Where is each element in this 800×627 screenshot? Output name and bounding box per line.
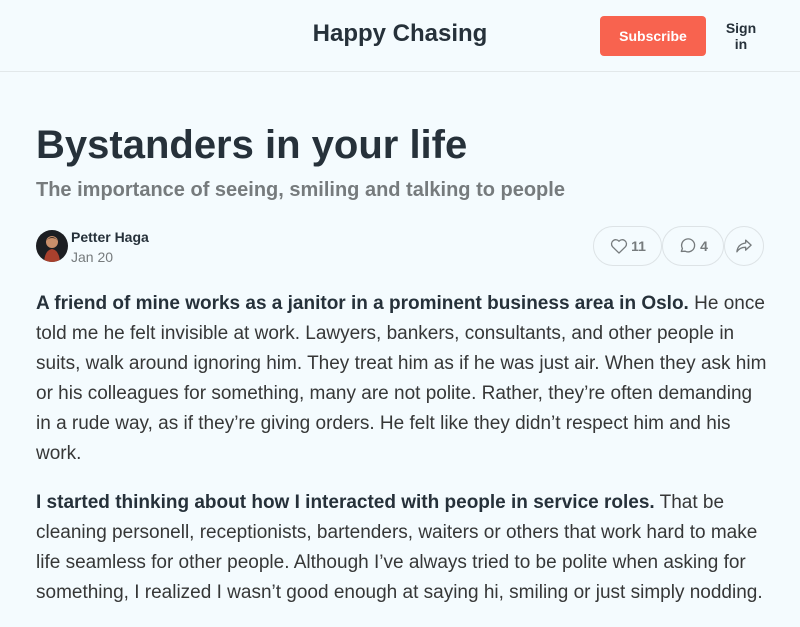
share-button[interactable] xyxy=(724,226,764,266)
paragraph-lead: I started thinking about how I interacte… xyxy=(36,492,655,513)
like-count: 11 xyxy=(631,238,646,254)
author-avatar[interactable] xyxy=(36,230,68,262)
paragraph: I started thinking about how I interacte… xyxy=(36,488,768,608)
post-body: A friend of mine works as a janitor in a… xyxy=(36,289,768,627)
sign-in-button[interactable]: Sign in xyxy=(712,16,770,56)
like-button[interactable]: 11 xyxy=(593,226,662,266)
paragraph-text: He once told me he felt invisible at wor… xyxy=(36,293,767,464)
heart-icon xyxy=(609,236,629,256)
paragraph: A friend of mine works as a janitor in a… xyxy=(36,289,768,469)
site-header: Happy Chasing Subscribe Sign in xyxy=(0,0,800,72)
site-title[interactable]: Happy Chasing xyxy=(250,20,550,48)
comment-bubble-icon xyxy=(678,236,698,256)
share-arrow-icon xyxy=(734,236,754,256)
post-date: Jan 20 xyxy=(71,249,114,265)
comment-count: 4 xyxy=(700,238,708,254)
subscribe-button[interactable]: Subscribe xyxy=(600,16,706,56)
post-subtitle: The importance of seeing, smiling and ta… xyxy=(36,179,565,201)
comment-button[interactable]: 4 xyxy=(662,226,724,266)
paragraph-lead: A friend of mine works as a janitor in a… xyxy=(36,293,689,314)
author-name[interactable]: Petter Haga xyxy=(71,229,149,245)
post-title: Bystanders in your life xyxy=(36,123,468,167)
